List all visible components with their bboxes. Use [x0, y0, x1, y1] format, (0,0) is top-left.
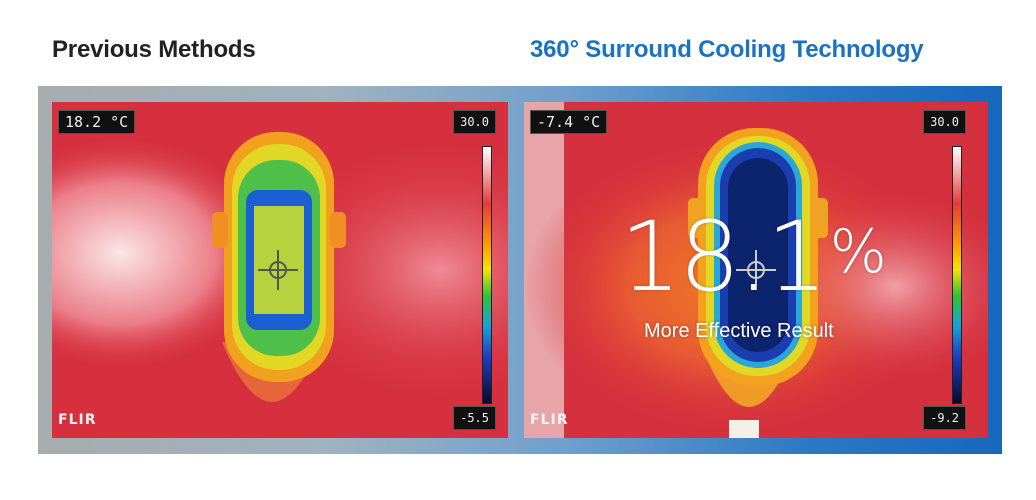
flir-logo: FLIR: [58, 412, 97, 428]
color-scale-bar: [482, 146, 492, 404]
effectiveness-percentage: 18.1%: [620, 202, 887, 307]
flir-logo: FLIR: [530, 412, 569, 428]
scale-max-label: 30.0: [453, 110, 496, 134]
comparison-frame: 18.2 °C 30.0 -5.5 FLIR -7.4 °C 30.0 -9.2…: [38, 86, 1002, 454]
surround-cooling-heading: 360° Surround Cooling Technology: [530, 36, 924, 63]
scale-min-label: -5.5: [453, 406, 496, 430]
left-thermal-graphic: [52, 102, 508, 438]
color-scale-bar: [952, 146, 962, 404]
previous-methods-heading: Previous Methods: [52, 36, 256, 63]
temperature-readout: -7.4 °C: [530, 110, 608, 134]
percentage-unit: %: [829, 217, 887, 287]
scale-max-label: 30.0: [923, 110, 966, 134]
left-thermal-image: 18.2 °C 30.0 -5.5 FLIR: [52, 102, 508, 438]
effectiveness-caption: More Effective Result: [644, 320, 834, 342]
scale-min-label: -9.2: [923, 406, 966, 430]
percentage-value: 18.1: [620, 201, 828, 313]
temperature-readout: 18.2 °C: [58, 110, 136, 134]
right-thermal-image: -7.4 °C 30.0 -9.2 FLIR 18.1% More Effect…: [524, 102, 988, 438]
